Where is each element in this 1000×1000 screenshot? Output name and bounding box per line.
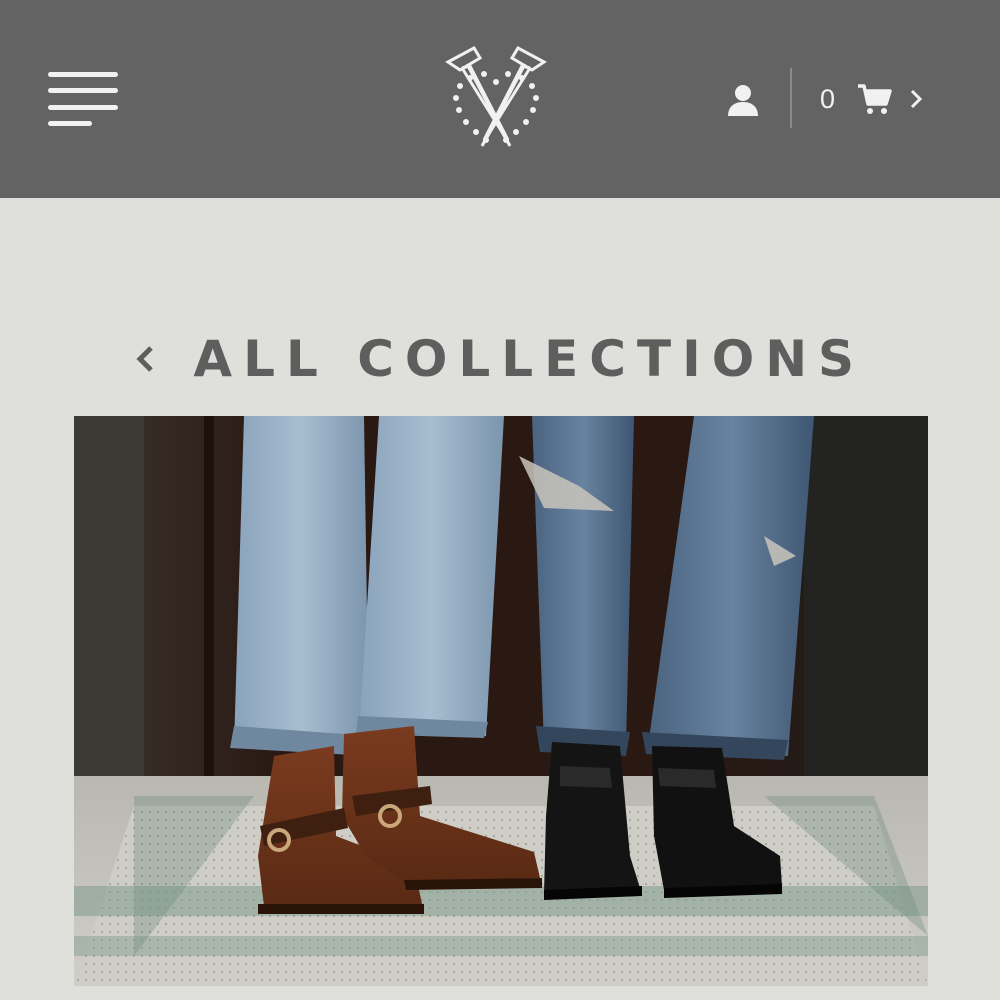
cart-count: 0 <box>820 84 836 114</box>
header-divider <box>790 68 792 128</box>
hamburger-menu-icon[interactable] <box>48 72 118 130</box>
user-icon[interactable] <box>724 82 762 118</box>
chevron-right-icon <box>908 88 924 110</box>
hero-image <box>74 416 928 986</box>
crossed-nails-logo[interactable] <box>440 42 552 154</box>
chevron-left-icon <box>135 342 155 376</box>
shopping-cart-icon <box>856 82 892 116</box>
cart-button[interactable]: 0 <box>820 78 932 122</box>
site-header: 0 <box>0 0 1000 198</box>
all-collections-link[interactable]: ALL COLLECTIONS <box>0 330 1000 388</box>
all-collections-label: ALL COLLECTIONS <box>193 330 866 388</box>
